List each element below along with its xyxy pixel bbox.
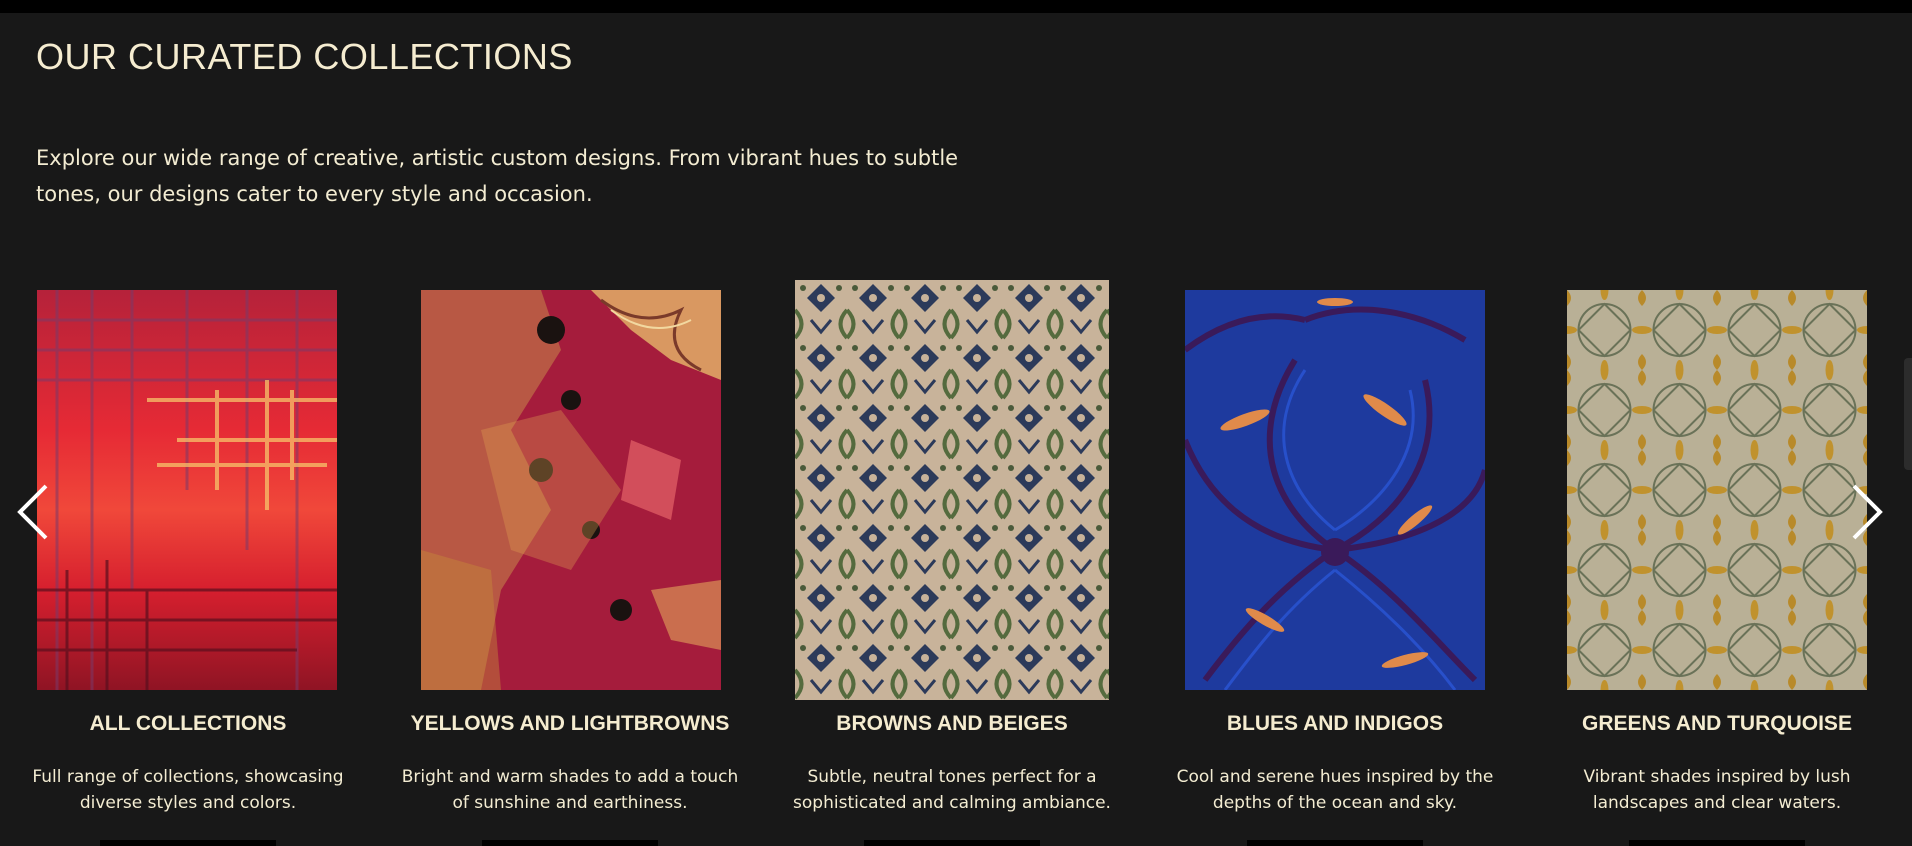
collection-card-yellows[interactable]: YELLOWS AND LIGHTBROWNS Bright and warm …	[379, 0, 761, 846]
card-description: Vibrant shades inspired by lush landscap…	[1526, 764, 1908, 816]
desc-line: of sunshine and earthiness.	[452, 793, 688, 813]
view-collection-button[interactable]	[864, 840, 1040, 846]
desc-line: Bright and warm shades to add a touch	[401, 767, 739, 787]
card-title[interactable]: BLUES AND INDIGOS	[1144, 712, 1526, 736]
view-collection-button[interactable]	[1247, 840, 1423, 846]
desc-line: sophisticated and calming ambiance.	[793, 793, 1111, 813]
collection-card-blues[interactable]: BLUES AND INDIGOS Cool and serene hues i…	[1144, 0, 1526, 846]
card-description: Bright and warm shades to add a touch of…	[379, 764, 761, 816]
carousel-prev-button[interactable]	[16, 482, 52, 542]
blue-swirl-rug-image[interactable]	[1185, 290, 1485, 690]
crimson-gold-abstract-rug-image[interactable]	[421, 290, 721, 690]
sage-gold-lattice-rug-image[interactable]	[1567, 290, 1867, 690]
carousel-next-button[interactable]	[1848, 482, 1884, 542]
view-collection-button[interactable]	[100, 840, 276, 846]
collection-card-browns[interactable]: BROWNS AND BEIGES Subtle, neutral tones …	[761, 0, 1143, 846]
card-description: Subtle, neutral tones perfect for a soph…	[761, 764, 1143, 816]
desc-line: Cool and serene hues inspired by the	[1176, 767, 1494, 787]
desc-line: diverse styles and colors.	[79, 793, 297, 813]
card-title[interactable]: GREENS AND TURQUOISE	[1526, 712, 1908, 736]
desc-line: Subtle, neutral tones perfect for a	[807, 767, 1097, 787]
beige-navy-damask-rug-image[interactable]	[795, 280, 1109, 700]
red-plaid-rug-image[interactable]	[37, 290, 337, 690]
scrollbar-thumb[interactable]	[1904, 358, 1912, 470]
chevron-right-icon	[1852, 484, 1883, 540]
card-description: Full range of collections, showcasing di…	[0, 764, 379, 816]
desc-line: Vibrant shades inspired by lush	[1583, 767, 1851, 787]
card-title[interactable]: ALL COLLECTIONS	[0, 712, 379, 736]
card-description: Cool and serene hues inspired by the dep…	[1144, 764, 1526, 816]
desc-line: landscapes and clear waters.	[1592, 793, 1842, 813]
card-title[interactable]: BROWNS AND BEIGES	[761, 712, 1143, 736]
desc-line: Full range of collections, showcasing	[32, 767, 344, 787]
card-title[interactable]: YELLOWS AND LIGHTBROWNS	[379, 712, 761, 736]
desc-line: depths of the ocean and sky.	[1212, 793, 1458, 813]
view-collection-button[interactable]	[1629, 840, 1805, 846]
collection-card-greens[interactable]: GREENS AND TURQUOISE Vibrant shades insp…	[1526, 0, 1908, 846]
chevron-left-icon	[17, 484, 48, 540]
collection-card-all[interactable]: ALL COLLECTIONS Full range of collection…	[0, 0, 379, 846]
view-collection-button[interactable]	[482, 840, 658, 846]
